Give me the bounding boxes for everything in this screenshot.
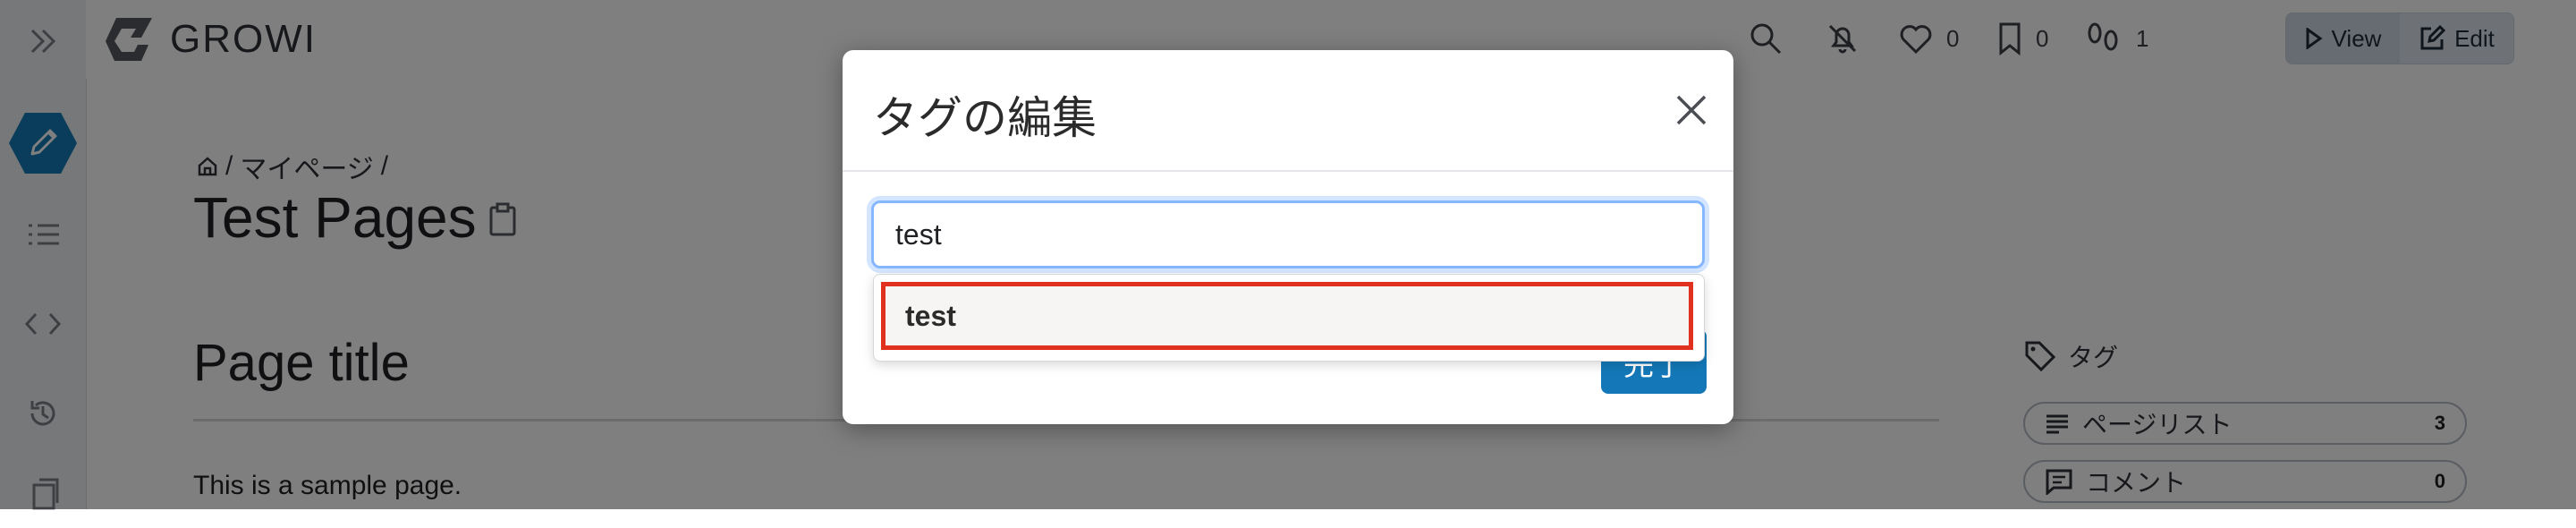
close-icon [1675, 94, 1707, 126]
tag-suggestion-item[interactable]: test [881, 282, 1693, 350]
modal-header-divider [843, 170, 1733, 172]
tag-suggestion-dropdown: test [873, 274, 1705, 362]
close-button[interactable] [1669, 88, 1714, 132]
tag-edit-modal: タグの編集 完了 test [843, 50, 1733, 424]
modal-title: タグの編集 [873, 93, 1097, 143]
tag-input[interactable] [871, 200, 1705, 268]
